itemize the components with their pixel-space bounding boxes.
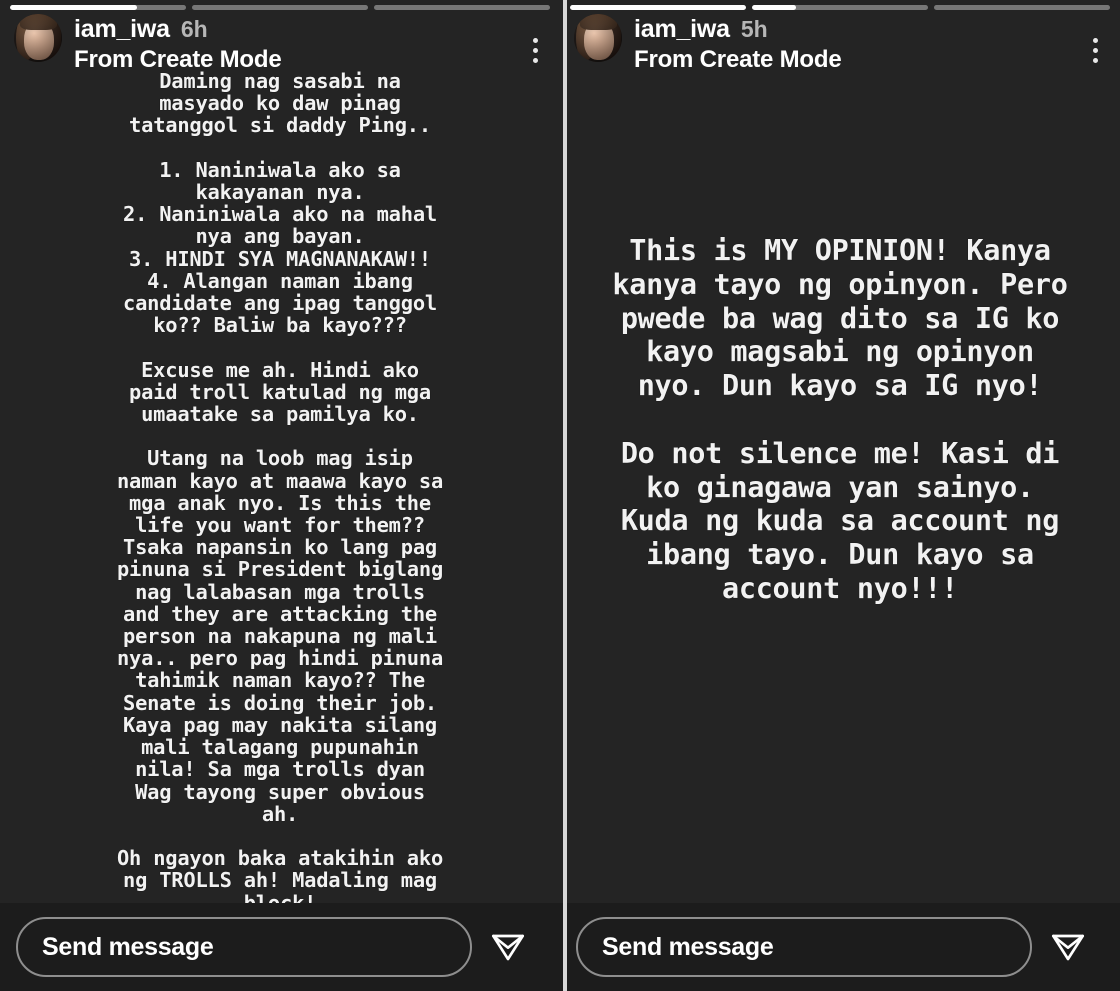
dot xyxy=(1093,48,1098,53)
avatar-shading xyxy=(14,14,62,62)
header-line-username: iam_iwa 5h xyxy=(634,15,842,43)
story-footer-left: Send message xyxy=(0,903,560,991)
progress-segment-1[interactable] xyxy=(10,5,186,10)
header-text-group: iam_iwa 5h From Create Mode xyxy=(634,14,842,74)
create-mode-label: From Create Mode xyxy=(634,46,842,73)
story-header-right: iam_iwa 5h From Create Mode xyxy=(560,14,1120,74)
send-message-placeholder: Send message xyxy=(602,932,774,961)
dot xyxy=(1093,58,1098,63)
create-mode-label: From Create Mode xyxy=(74,46,282,73)
paper-plane-icon[interactable] xyxy=(1032,927,1104,967)
progress-fill xyxy=(570,5,746,10)
username-label[interactable]: iam_iwa xyxy=(634,15,730,43)
more-options-icon[interactable] xyxy=(1093,38,1098,63)
send-message-placeholder: Send message xyxy=(42,932,214,961)
instagram-stories-screenshot: iam_iwa 6h From Create Mode Daming nag s… xyxy=(0,0,1120,991)
progress-segment-3[interactable] xyxy=(934,5,1110,10)
timestamp-label: 5h xyxy=(740,16,768,42)
header-text-group: iam_iwa 6h From Create Mode xyxy=(74,14,282,74)
timestamp-label: 6h xyxy=(180,16,208,42)
story-header-left: iam_iwa 6h From Create Mode xyxy=(0,14,560,74)
avatar[interactable] xyxy=(574,14,622,62)
panel-divider xyxy=(563,0,567,991)
progress-segment-2[interactable] xyxy=(192,5,368,10)
story-panel-right[interactable]: iam_iwa 5h From Create Mode This is MY O… xyxy=(560,0,1120,991)
more-options-icon[interactable] xyxy=(533,38,538,63)
avatar-shading xyxy=(574,14,622,62)
header-line-username: iam_iwa 6h xyxy=(74,15,282,43)
progress-fill xyxy=(752,5,796,10)
dot xyxy=(533,38,538,43)
progress-fill xyxy=(10,5,137,10)
progress-segment-1[interactable] xyxy=(570,5,746,10)
send-message-input[interactable]: Send message xyxy=(16,917,472,977)
story-footer-right: Send message xyxy=(560,903,1120,991)
story-text-right: This is MY OPINION! Kanya kanya tayo ng … xyxy=(612,234,1068,605)
progress-segment-2[interactable] xyxy=(752,5,928,10)
avatar[interactable] xyxy=(14,14,62,62)
story-text-left: Daming nag sasabi na masyado ko daw pina… xyxy=(116,69,444,914)
username-label[interactable]: iam_iwa xyxy=(74,15,170,43)
paper-plane-icon[interactable] xyxy=(472,927,544,967)
story-panel-left[interactable]: iam_iwa 6h From Create Mode Daming nag s… xyxy=(0,0,560,991)
dot xyxy=(1093,38,1098,43)
story-progress-bar-left xyxy=(0,5,560,10)
story-progress-bar-right xyxy=(560,5,1120,10)
send-message-input[interactable]: Send message xyxy=(576,917,1032,977)
dot xyxy=(533,48,538,53)
progress-segment-3[interactable] xyxy=(374,5,550,10)
dot xyxy=(533,58,538,63)
